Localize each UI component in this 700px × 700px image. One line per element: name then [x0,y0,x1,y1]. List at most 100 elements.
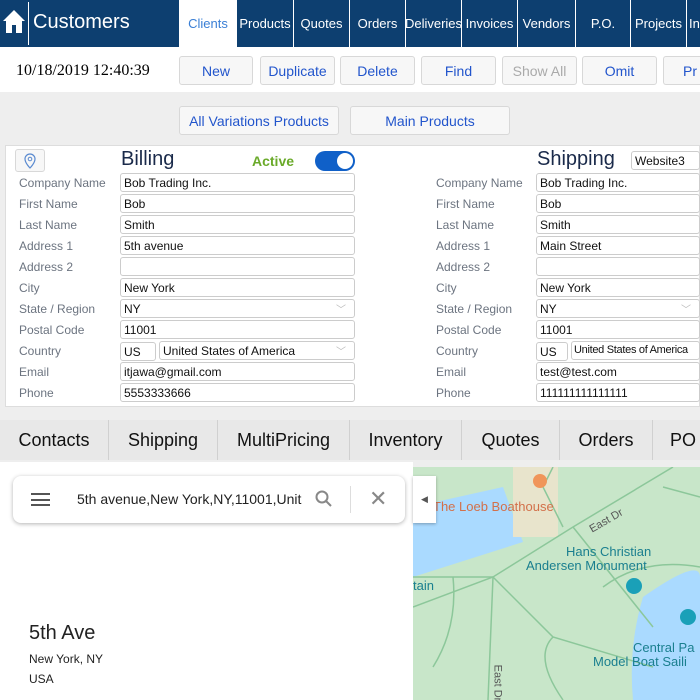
field-value: New York [124,281,175,295]
toolbar: 10/18/2019 12:40:39 New Duplicate Delete… [0,47,700,92]
field-label: Company Name [436,176,523,190]
tab-po[interactable]: P.O. [575,0,630,47]
country-name: United States of America [574,344,688,356]
tab-more[interactable]: In [686,0,700,47]
field-value: itjawa@gmail.com [124,365,222,379]
field-input[interactable]: 11001 [536,320,700,339]
field-input[interactable]: Smith [120,215,355,234]
field-input[interactable]: New York [120,278,355,297]
field-input[interactable]: Bob [536,194,700,213]
map-label: Central Pa [633,640,695,655]
tab-products[interactable]: Products [237,0,293,47]
tab-deliveries[interactable]: Deliveries [405,0,462,47]
find-button[interactable]: Find [421,56,496,85]
tab-quotes[interactable]: Quotes [293,0,349,47]
delete-button[interactable]: Delete [340,56,415,85]
main-products-button[interactable]: Main Products [350,106,510,135]
new-button[interactable]: New [179,56,253,85]
tab-orders[interactable]: Orders [560,420,653,460]
map-pin-button[interactable] [15,149,45,172]
map[interactable]: The Loeb Boathouse East Dr Hans Christia… [413,467,700,700]
field-value: New York [540,281,591,295]
menu-icon[interactable] [31,493,50,506]
field-value: Bob Trading Inc. [540,176,628,190]
print-button[interactable]: Pr [663,56,700,85]
show-all-button[interactable]: Show All [502,56,577,85]
tab-po[interactable]: PO [653,420,700,460]
state-select[interactable]: NY ﹀ [536,299,700,318]
field-input[interactable]: Bob [120,194,355,213]
field-label: Address 2 [19,260,74,274]
field-label: Country [436,344,479,358]
tab-clients[interactable]: Clients [179,0,237,47]
field-input[interactable]: itjawa@gmail.com [120,362,355,381]
country-select[interactable]: United States of America ﹀ [159,341,355,360]
duplicate-button[interactable]: Duplicate [260,56,335,85]
collapse-panel-button[interactable]: ◀ [413,476,436,523]
field-input[interactable]: 5th avenue [120,236,355,255]
tab-invoices[interactable]: Invoices [461,0,517,47]
tab-orders[interactable]: Orders [349,0,405,47]
field-label: Address 2 [436,260,491,274]
map-label: tain [413,578,434,593]
country-select[interactable]: United States of America [571,341,700,360]
field-label: Last Name [19,218,78,232]
omit-button[interactable]: Omit [582,56,657,85]
field-label: Address 1 [19,239,74,253]
field-label: Email [19,365,50,379]
close-icon[interactable]: ✕ [369,486,387,512]
tab-shipping[interactable]: Shipping [109,420,218,460]
website-select[interactable]: Website3 [631,151,700,170]
field-label: Email [436,365,467,379]
place-city: New York, NY [29,652,104,666]
tab-multipricing[interactable]: MultiPricing [218,420,350,460]
field-label: First Name [19,197,78,211]
map-search-input[interactable]: 5th avenue,New York,NY,11001,United Stat… [77,491,302,507]
country-code-field[interactable]: US [536,342,568,361]
field-label: Postal Code [436,323,502,337]
search-icon[interactable] [315,490,333,508]
field-input[interactable]: 111111111111111 [536,383,700,402]
active-toggle[interactable] [315,151,355,171]
field-input[interactable]: Bob Trading Inc. [120,173,355,192]
field-input[interactable]: Smith [536,215,700,234]
place-name: 5th Ave [29,622,96,644]
tab-vendors[interactable]: Vendors [517,0,575,47]
field-label: State / Region [436,302,513,316]
map-label: Andersen Monument [526,558,647,573]
country-code-field[interactable]: US [120,342,156,361]
map-label: Hans Christian [566,544,652,559]
field-input[interactable]: Main Street [536,236,700,255]
field-input[interactable]: test@test.com [536,362,700,381]
field-label: State / Region [19,302,96,316]
field-value: 11001 [124,323,157,337]
app-title: Customers [33,11,130,33]
field-value: Main Street [540,239,602,253]
all-variations-products-button[interactable]: All Variations Products [179,106,339,135]
field-input[interactable]: 5553333666 [120,383,355,402]
field-input[interactable] [536,257,700,276]
field-value: NY [124,302,141,316]
state-select[interactable]: NY ﹀ [120,299,355,318]
map-pin-icon [24,152,36,169]
tab-quotes[interactable]: Quotes [462,420,560,460]
field-value: Bob [540,197,562,211]
field-input[interactable]: Bob Trading Inc. [536,173,700,192]
chevron-down-icon: ﹀ [336,305,346,316]
shipping-title: Shipping [537,148,615,170]
map-label: East Dr [491,664,504,700]
field-value: test@test.com [540,365,617,379]
field-value: 11001 [540,323,573,337]
map-search-box[interactable]: 5th avenue,New York,NY,11001,United Stat… [13,476,405,523]
chevron-down-icon: ﹀ [336,347,346,358]
tab-contacts[interactable]: Contacts [0,420,109,460]
map-label: Model Boat Saili [593,654,687,669]
field-input[interactable] [120,257,355,276]
field-label: City [19,281,40,295]
tab-inventory[interactable]: Inventory [350,420,462,460]
tab-projects[interactable]: Projects [630,0,686,47]
field-value: 5th avenue [124,239,184,253]
field-input[interactable]: New York [536,278,700,297]
home-icon[interactable] [2,8,26,34]
field-input[interactable]: 11001 [120,320,355,339]
